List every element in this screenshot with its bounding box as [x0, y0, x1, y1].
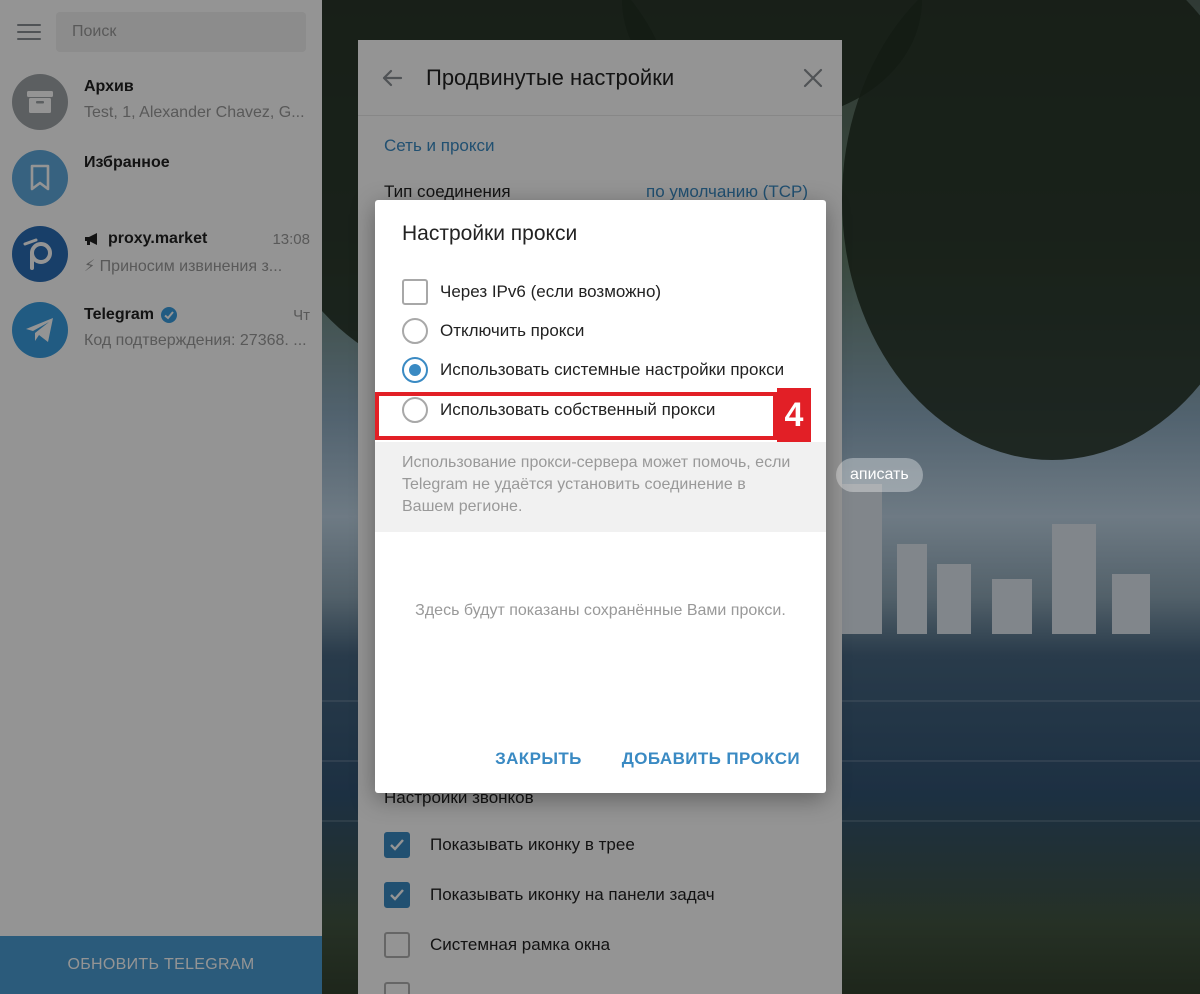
radio-disable-proxy[interactable]: Отключить прокси: [402, 318, 584, 344]
option-label: Отключить прокси: [440, 321, 585, 340]
modal-overlay: [0, 0, 322, 994]
dialog-title: Настройки прокси: [402, 222, 578, 245]
radio-button-selected[interactable]: [402, 357, 428, 383]
dialog-actions: ЗАКРЫТЬ ДОБАВИТЬ ПРОКСИ: [495, 749, 800, 769]
ipv6-checkbox-option[interactable]: Через IPv6 (если возможно): [402, 279, 661, 305]
proxy-hint: Использование прокси-сервера может помоч…: [375, 442, 826, 532]
radio-button[interactable]: [402, 318, 428, 344]
tutorial-step-badge: 4: [777, 388, 811, 442]
chat-list-sidebar: Поиск Архив Test, 1, Alexander Chavez, G…: [0, 0, 322, 994]
empty-proxy-list-text: Здесь будут показаны сохранённые Вами пр…: [415, 602, 786, 619]
radio-system-proxy[interactable]: Использовать системные настройки прокси: [402, 357, 784, 383]
option-label: Использовать системные настройки прокси: [440, 360, 785, 379]
option-label: Через IPv6 (если возможно): [440, 282, 662, 301]
close-button[interactable]: ЗАКРЫТЬ: [495, 749, 582, 769]
add-proxy-button[interactable]: ДОБАВИТЬ ПРОКСИ: [622, 749, 800, 769]
partially-hidden-button: аписать: [836, 458, 923, 492]
ipv6-checkbox[interactable]: [402, 279, 428, 305]
tutorial-highlight-frame: [375, 392, 777, 440]
proxy-settings-dialog: Настройки прокси Через IPv6 (если возмож…: [375, 200, 826, 793]
